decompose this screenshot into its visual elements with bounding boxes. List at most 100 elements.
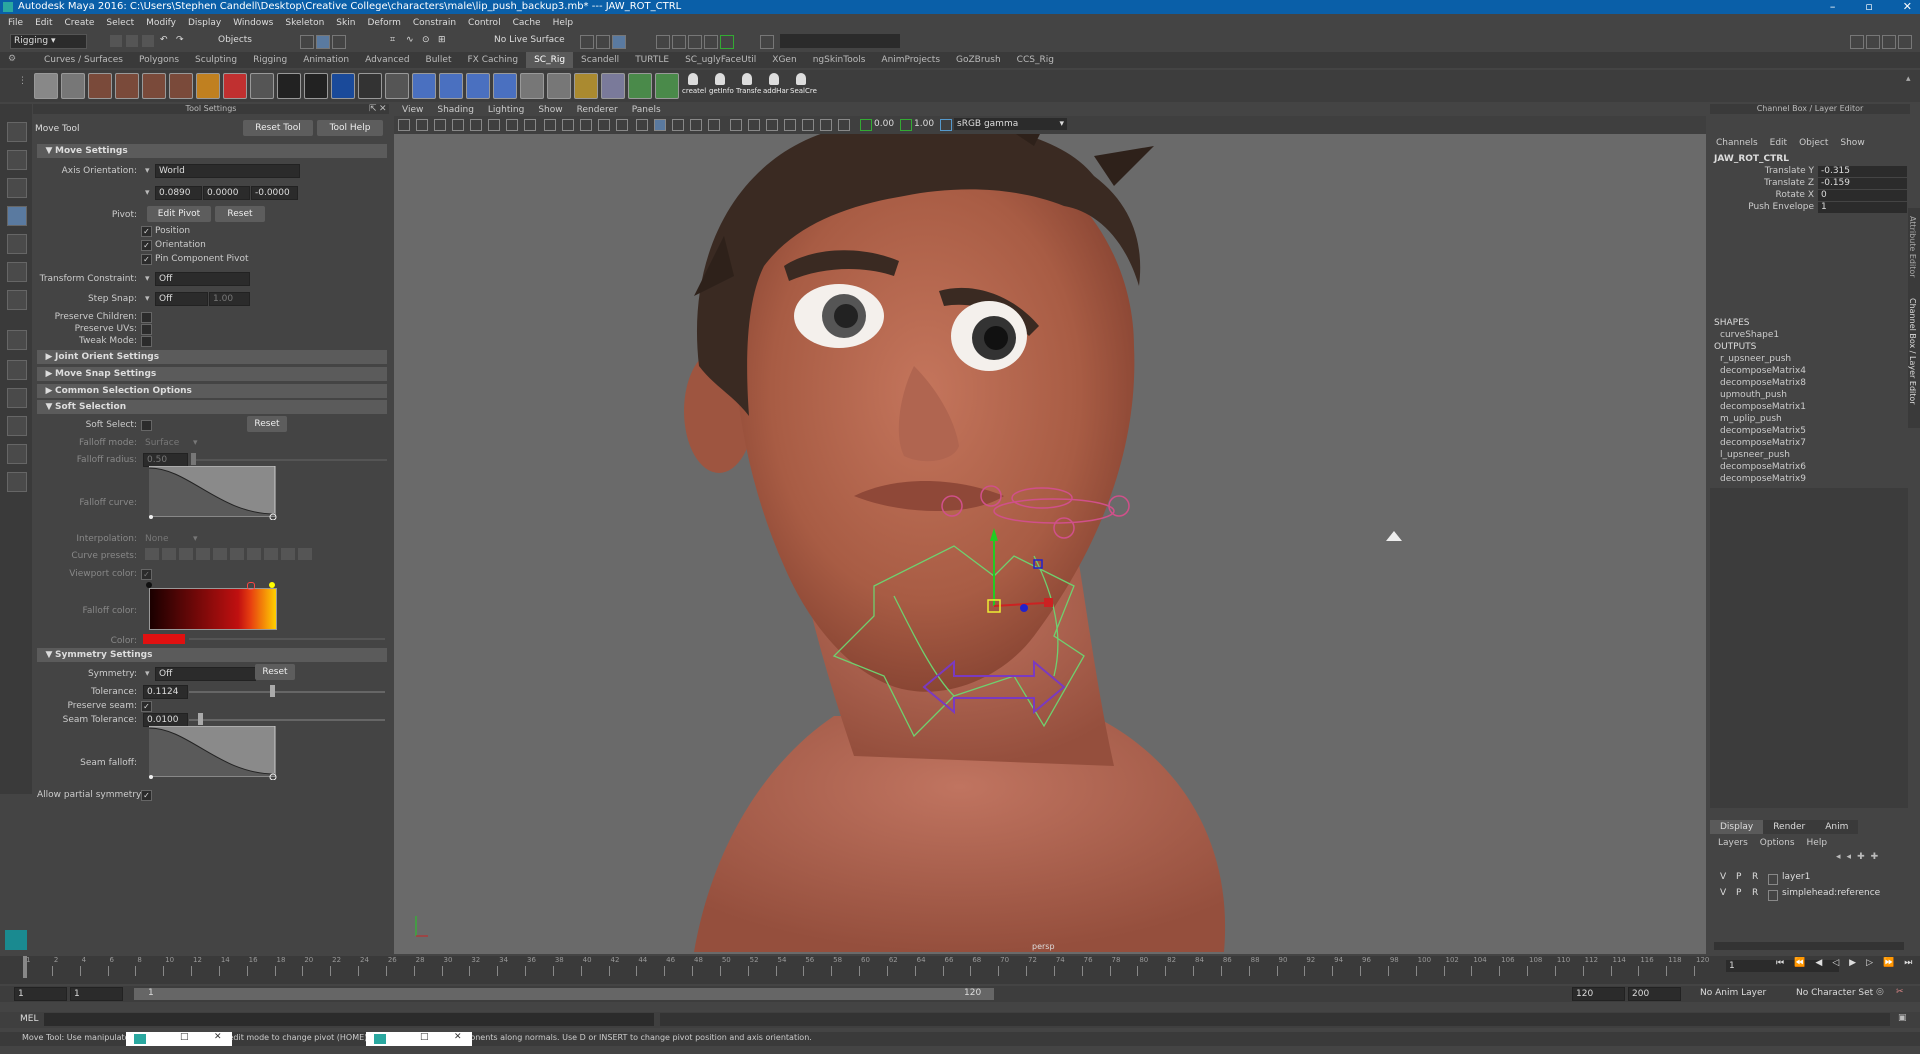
menu-modify[interactable]: Modify	[146, 16, 176, 30]
end-time-field[interactable]: 200	[1628, 987, 1681, 1001]
layout-two-icon[interactable]	[1882, 35, 1896, 49]
grease-pencil-icon[interactable]	[488, 119, 500, 131]
motion-blur-icon[interactable]	[766, 119, 778, 131]
falloff-radius-slider-handle[interactable]	[191, 453, 196, 465]
shelf-tab-sc-uglyfaceutil[interactable]: SC_uglyFaceUtil	[677, 52, 764, 68]
shelf-button-10[interactable]	[277, 73, 301, 99]
camera-attributes-icon[interactable]	[416, 119, 428, 131]
tolerance-field[interactable]: 0.1124	[143, 685, 188, 699]
preserve-children-checkbox[interactable]	[141, 312, 152, 323]
script-editor-icon[interactable]: ▣	[1898, 1013, 1907, 1023]
viewport-menu-view[interactable]: View	[402, 104, 423, 116]
output-node-item[interactable]: decomposeMatrix9	[1720, 474, 1806, 484]
shelf-button-17[interactable]	[466, 73, 490, 99]
resolution-gate-icon[interactable]	[544, 119, 556, 131]
scale-tool-icon[interactable]	[7, 262, 27, 282]
layer-visibility-toggle[interactable]: V	[1720, 872, 1726, 882]
move-layer-up-icon[interactable]: ◂	[1836, 852, 1841, 862]
viewport-3d[interactable]: 0.00 1.00 sRGB gamma ▾ persp	[394, 116, 1706, 954]
viewport-menu-renderer[interactable]: Renderer	[577, 104, 618, 116]
axis-orientation-field[interactable]: World	[155, 164, 300, 178]
channel-attribute-row[interactable]: Rotate X0	[1710, 190, 1907, 202]
shelf-script-button[interactable]: Transfe	[736, 73, 761, 97]
channel-menu-show[interactable]: Show	[1840, 138, 1864, 148]
attribute-value-field[interactable]: 1	[1818, 202, 1907, 213]
shelf-button-19[interactable]	[520, 73, 544, 99]
channel-menu-object[interactable]: Object	[1799, 138, 1828, 148]
rotate-tool-icon[interactable]	[7, 234, 27, 254]
channel-menu-edit[interactable]: Edit	[1770, 138, 1787, 148]
step-snap-value-field[interactable]: 1.00	[209, 292, 250, 306]
menu-display[interactable]: Display	[188, 16, 221, 30]
render-icon[interactable]	[688, 35, 702, 49]
redo-icon[interactable]: ↷	[176, 35, 188, 47]
shelf-button-20[interactable]	[547, 73, 571, 99]
layout-icon-3[interactable]	[7, 416, 27, 436]
playback-start-field[interactable]: 1	[70, 987, 123, 1001]
tool-help-button[interactable]: Tool Help	[317, 120, 383, 136]
output-node-item[interactable]: decomposeMatrix4	[1720, 366, 1806, 376]
select-camera-icon[interactable]	[398, 119, 410, 131]
shelf-tab-ngskintools[interactable]: ngSkinTools	[805, 52, 874, 68]
shelf-tab-xgen[interactable]: XGen	[764, 52, 804, 68]
color-swatch[interactable]	[143, 634, 185, 644]
shelf-button-5[interactable]	[142, 73, 166, 99]
taskbar-thumbnail-1[interactable]: □ ✕	[126, 1032, 232, 1046]
new-layer-selected-icon[interactable]: ✚	[1871, 852, 1879, 862]
menu-control[interactable]: Control	[468, 16, 501, 30]
output-node-item[interactable]: l_upsneer_push	[1720, 450, 1790, 460]
falloff-radius-field[interactable]: 0.50	[143, 453, 188, 467]
restore-icon[interactable]: □	[180, 1032, 189, 1042]
step-snap-field[interactable]: Off	[155, 292, 208, 306]
film-gate-icon[interactable]	[524, 119, 536, 131]
shelf-script-button[interactable]: createl	[682, 73, 706, 97]
viewport-menu-panels[interactable]: Panels	[632, 104, 661, 116]
viewport-menu-lighting[interactable]: Lighting	[488, 104, 524, 116]
menu-help[interactable]: Help	[553, 16, 574, 30]
minimize-icon[interactable]: –	[1830, 0, 1836, 14]
render-sequence-icon[interactable]	[720, 35, 734, 49]
layer-color-swatch[interactable]	[1768, 874, 1778, 885]
channel-attribute-row[interactable]: Translate Z -0.159	[1710, 178, 1907, 190]
layer-name[interactable]: layer1	[1782, 872, 1810, 882]
maximize-icon[interactable]: ▫	[1865, 0, 1872, 14]
output-node-item[interactable]: decomposeMatrix8	[1720, 378, 1806, 388]
shelf-button-4[interactable]	[115, 73, 139, 99]
anti-aliasing-icon[interactable]	[784, 119, 796, 131]
layer-menu-options[interactable]: Options	[1760, 838, 1795, 848]
step-back-key-icon[interactable]: ⏪	[1794, 958, 1805, 968]
layout-icon-2[interactable]	[7, 388, 27, 408]
soft-mod-icon[interactable]	[7, 330, 27, 350]
render-settings-icon[interactable]	[656, 35, 670, 49]
soft-select-checkbox[interactable]	[141, 420, 152, 431]
shelf-scroll-icon[interactable]: ▴	[1906, 74, 1911, 84]
tolerance-slider[interactable]	[189, 691, 385, 693]
move-snap-settings-header[interactable]: ▶ Move Snap Settings	[37, 367, 387, 381]
shelf-tab-animprojects[interactable]: AnimProjects	[873, 52, 948, 68]
reset-tool-button[interactable]: Reset Tool	[243, 120, 313, 136]
seam-falloff-graph[interactable]	[149, 726, 279, 780]
menu-constrain[interactable]: Constrain	[413, 16, 456, 30]
shelf-tab-turtle[interactable]: TURTLE	[627, 52, 677, 68]
start-time-field[interactable]: 1	[14, 987, 67, 1001]
dropdown-arrow-icon[interactable]: ▾	[145, 669, 150, 679]
preferences-icon[interactable]: ✂	[1896, 987, 1904, 997]
command-language-label[interactable]: MEL	[20, 1014, 38, 1024]
input-line-mode-icon[interactable]	[760, 35, 774, 49]
curve-presets-row[interactable]	[145, 548, 315, 560]
output-node-item[interactable]: decomposeMatrix5	[1720, 426, 1806, 436]
shelf-button-12[interactable]	[331, 73, 355, 99]
close-panel-icon[interactable]: ✕	[379, 104, 387, 114]
seam-tolerance-field[interactable]: 0.0100	[143, 713, 188, 727]
layer-name[interactable]: simplehead:reference	[1782, 888, 1880, 898]
joint-orient-settings-header[interactable]: ▶ Joint Orient Settings	[37, 350, 387, 364]
shelf-button-13[interactable]	[358, 73, 382, 99]
auto-key-icon[interactable]: ◎	[1876, 987, 1884, 997]
axis-x-field[interactable]: 0.0890	[155, 186, 202, 200]
playblast-icon[interactable]	[704, 35, 718, 49]
snap-view-icon[interactable]: ⊞	[438, 35, 450, 47]
attribute-value-field[interactable]: -0.315	[1818, 166, 1907, 177]
move-layer-down-icon[interactable]: ◂	[1847, 852, 1852, 862]
character-set-dropdown[interactable]: No Character Set	[1796, 988, 1873, 998]
channel-attribute-row[interactable]: Translate Y -0.315	[1710, 166, 1907, 178]
